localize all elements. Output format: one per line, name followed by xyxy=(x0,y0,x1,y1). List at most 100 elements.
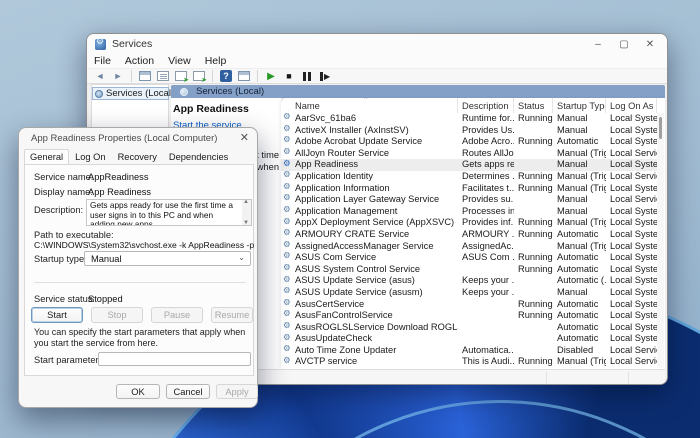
startup-type-label: Startup type: xyxy=(34,254,87,264)
console-tree-icon[interactable] xyxy=(139,71,151,81)
service-icon xyxy=(283,357,292,366)
table-row[interactable]: ASUS Update Service (asus) Keeps your ..… xyxy=(281,275,657,287)
resume-button[interactable]: Resume xyxy=(211,307,253,323)
start-params-label: Start parameters: xyxy=(34,355,106,365)
table-row[interactable]: ASUS Com Service ASUS Com ... Running Au… xyxy=(281,252,657,264)
description-field[interactable]: Gets apps ready for use the first time a… xyxy=(86,199,252,226)
export-icon[interactable] xyxy=(193,71,205,81)
toolbar: ? xyxy=(87,69,667,84)
table-row[interactable]: AsusROGLSLService Download ROGLSLoader A… xyxy=(281,322,657,334)
menu-file[interactable]: File xyxy=(87,55,118,67)
service-name-label: Service name: xyxy=(34,172,93,182)
cancel-button[interactable]: Cancel xyxy=(166,384,210,399)
service-icon xyxy=(283,183,292,192)
column-header-status[interactable]: Status xyxy=(514,98,553,113)
tab-dependencies[interactable]: Dependencies xyxy=(163,149,234,164)
toolbar-separator xyxy=(131,70,132,82)
table-row[interactable]: App Readiness Gets apps re... Manual Loc… xyxy=(281,159,657,171)
vertical-scrollbar[interactable] xyxy=(657,113,664,368)
back-icon[interactable] xyxy=(93,70,107,83)
service-icon xyxy=(283,345,292,354)
path-value: C:\WINDOWS\System32\svchost.exe -k AppRe… xyxy=(34,240,254,250)
tab-recovery[interactable]: Recovery xyxy=(112,149,163,164)
startup-type-dropdown[interactable]: Manual ⌄ xyxy=(84,251,251,266)
table-row[interactable]: Auto Time Zone Updater Automatica... Dis… xyxy=(281,345,657,357)
strip-separator xyxy=(546,372,547,384)
description-scrollbar[interactable]: ▲ ▼ xyxy=(242,200,251,225)
table-row[interactable]: ASUS System Control Service Running Auto… xyxy=(281,264,657,276)
table-row[interactable]: Application Identity Determines ... Runn… xyxy=(281,171,657,183)
maximize-icon[interactable]: ▢ xyxy=(611,34,637,54)
table-row[interactable]: AllJoyn Router Service Routes AllJo... M… xyxy=(281,148,657,160)
export-list-icon[interactable] xyxy=(175,71,187,81)
scroll-down-icon[interactable]: ▼ xyxy=(243,220,249,226)
menu-action[interactable]: Action xyxy=(118,55,161,67)
service-icon xyxy=(283,194,292,203)
service-icon xyxy=(283,206,292,215)
window-icon[interactable] xyxy=(238,71,250,81)
stop-service-icon[interactable] xyxy=(282,70,296,83)
wallpaper-petal xyxy=(672,145,700,265)
service-status-value: Stopped xyxy=(88,294,123,304)
tab-general[interactable]: General xyxy=(24,149,69,165)
table-row[interactable]: AsusCertService Running Automatic Local … xyxy=(281,299,657,311)
scroll-up-icon[interactable]: ▲ xyxy=(243,199,249,205)
restart-service-icon[interactable] xyxy=(320,72,330,81)
dialog-title: App Readiness Properties (Local Computer… xyxy=(31,133,217,144)
description-fragment: when xyxy=(257,162,279,172)
help-icon[interactable]: ? xyxy=(220,70,232,82)
table-row[interactable]: AsusFanControlService Running Automatic … xyxy=(281,310,657,322)
service-status-label: Service status: xyxy=(34,294,95,304)
service-icon xyxy=(283,148,292,157)
dialog-tabs: General Log On Recovery Dependencies xyxy=(24,149,234,164)
ok-button[interactable]: OK xyxy=(116,384,160,399)
service-icon xyxy=(283,276,292,285)
menu-help[interactable]: Help xyxy=(198,55,234,67)
tree-item-services-local[interactable]: Services (Local) xyxy=(92,87,169,100)
services-header-icon xyxy=(180,88,188,96)
forward-icon[interactable] xyxy=(111,70,125,83)
close-icon[interactable]: ✕ xyxy=(240,131,249,144)
start-button[interactable]: Start xyxy=(31,307,83,323)
column-header-log-on-as[interactable]: Log On As xyxy=(606,98,657,113)
service-icon xyxy=(283,299,292,308)
column-header-description[interactable]: Description xyxy=(458,98,514,113)
start-service-icon[interactable] xyxy=(264,70,278,83)
title-bar[interactable]: Services – ▢ ✕ xyxy=(87,34,667,54)
table-row[interactable]: AssignedAccessManager Service AssignedAc… xyxy=(281,241,657,253)
table-row[interactable]: ActiveX Installer (AxInstSV) Provides Us… xyxy=(281,125,657,137)
pause-service-icon[interactable] xyxy=(303,72,311,81)
stop-button[interactable]: Stop xyxy=(91,307,143,323)
path-label: Path to executable: xyxy=(34,230,114,240)
close-icon[interactable]: ✕ xyxy=(637,34,663,54)
service-icon xyxy=(283,252,292,261)
table-row[interactable]: Application Layer Gateway Service Provid… xyxy=(281,194,657,206)
table-row[interactable]: Adobe Acrobat Update Service Adobe Acro.… xyxy=(281,136,657,148)
properties-icon[interactable] xyxy=(157,71,169,81)
table-row[interactable]: AVCTP service This is Audi... Running Ma… xyxy=(281,356,657,368)
minimize-icon[interactable]: – xyxy=(585,34,611,54)
column-header-startup-type[interactable]: Startup Type xyxy=(553,98,606,113)
start-params-input[interactable] xyxy=(98,352,251,366)
list-header: ^ Name Description Status Startup Type L… xyxy=(281,98,657,113)
chevron-down-icon: ⌄ xyxy=(238,253,245,262)
service-icon xyxy=(283,113,292,122)
table-row[interactable]: AsusUpdateCheck Automatic Local Syste... xyxy=(281,333,657,345)
tab-log-on[interactable]: Log On xyxy=(69,149,112,164)
sort-ascending-icon: ^ xyxy=(364,98,367,103)
service-icon xyxy=(283,322,292,331)
table-row[interactable]: AppX Deployment Service (AppXSVC) Provid… xyxy=(281,217,657,229)
table-row[interactable]: Application Information Facilitates t...… xyxy=(281,183,657,195)
menu-view[interactable]: View xyxy=(161,55,198,67)
column-header-name[interactable]: ^ Name xyxy=(281,98,458,113)
start-params-help: You can specify the start parameters tha… xyxy=(34,327,248,348)
service-icon xyxy=(283,218,292,227)
table-row[interactable]: Application Management Processes in... M… xyxy=(281,206,657,218)
pause-button[interactable]: Pause xyxy=(151,307,203,323)
table-row[interactable]: ARMOURY CRATE Service ARMOURY ... Runnin… xyxy=(281,229,657,241)
table-row[interactable]: ASUS Update Service (asusm) Keeps your .… xyxy=(281,287,657,299)
apply-button[interactable]: Apply xyxy=(216,384,258,399)
table-row[interactable]: AarSvc_61ba6 Runtime for... Running Manu… xyxy=(281,113,657,125)
service-icon xyxy=(283,310,292,319)
scrollbar-thumb[interactable] xyxy=(659,117,662,139)
